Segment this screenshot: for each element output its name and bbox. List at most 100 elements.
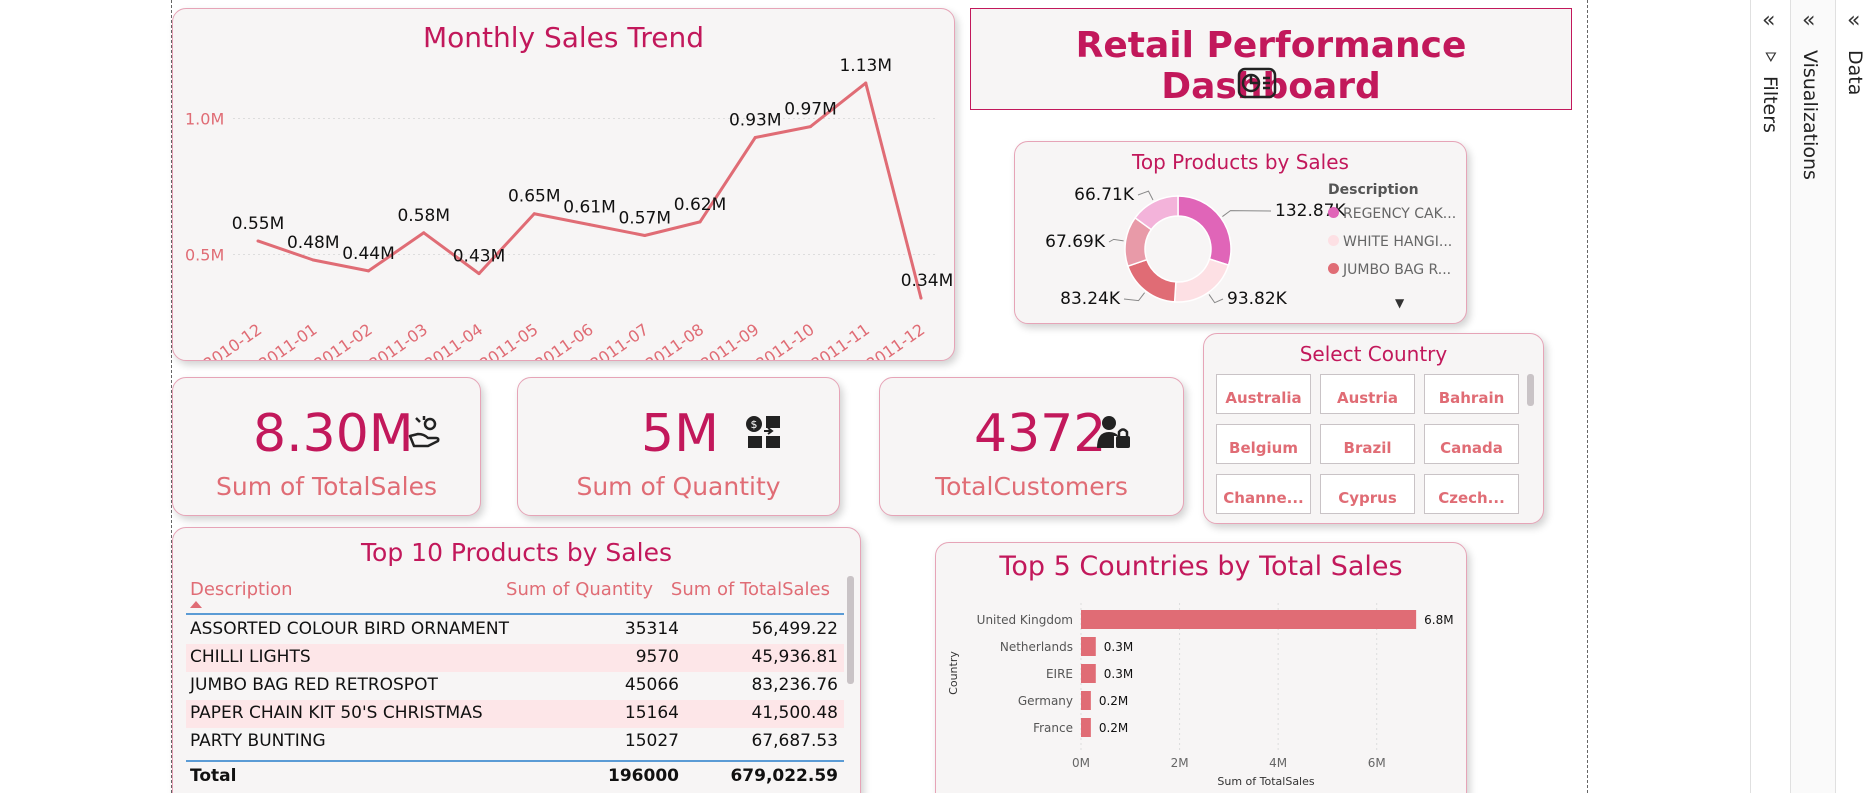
legend-label: REGENCY CAK... [1343,206,1457,222]
table-row[interactable]: ASSORTED COLOUR BIRD ORNAMENT 35314 56,499… [186,616,844,644]
x-tick-label: 4M [1269,756,1287,770]
y-tick-label: EIRE [1046,667,1073,681]
row-quantity: 15164 [624,703,679,723]
row-totalsales: 45,936.81 [751,647,838,667]
country-option[interactable]: Brazil [1320,424,1415,464]
slice-leader-line [1222,210,1272,217]
kpi-customers-label: TotalCustomers [935,472,1128,501]
country-option[interactable]: Cyprus [1320,474,1415,514]
donut-legend-item[interactable]: REGENCY CAK... [1328,206,1456,222]
header-divider [186,613,844,615]
x-tick-label: 2011-12 [863,320,929,361]
data-point [422,231,426,235]
kpi-quantity-label: Sum of Quantity [576,472,781,501]
data-label: 0.55M [232,214,285,234]
total-divider [186,760,844,762]
data-point [753,136,757,139]
x-tick-label: 2M [1171,756,1189,770]
data-point [864,81,868,85]
top-products-table-card[interactable]: Top 10 Products by Sales Description Sum… [172,527,861,793]
chevron-double-left-icon[interactable]: « [1762,8,1775,33]
monthly-sales-trend-card[interactable]: Monthly Sales Trend 0.5M 1.0M 0.55M 2010-12… [172,8,955,361]
x-tick-label: 2011-08 [642,320,708,361]
table-row[interactable]: PARTY BUNTING 15027 67,687.53 [186,728,844,756]
line-chart: 0.5M 1.0M 0.55M 2010-12 0.48M 2011-01 0.44M 201… [185,56,953,361]
x-tick-label: 2011-01 [255,320,321,361]
y-tick-label: 0.5M [185,246,224,265]
filter-icon: ⛛ [1765,50,1777,66]
table-row[interactable]: JUMBO BAG RED RETROSPOT 45066 83,236.76 [186,672,844,700]
legend-label: WHITE HANGI... [1343,234,1453,250]
data-point [643,234,647,237]
slice-label: 66.71K [1074,185,1135,205]
kpi-customers-card[interactable]: 4372 TotalCustomers [879,377,1184,516]
row-description: JUMBO BAG RED RETROSPOT [190,675,438,695]
row-quantity: 15027 [624,731,679,751]
row-description: PARTY BUNTING [190,731,326,751]
hand-coin-icon [408,416,440,448]
table-header-totalsales[interactable]: Sum of TotalSales [671,579,830,600]
top-products-donut-card[interactable]: Top Products by Sales 132.87K 93.82K 83.24… [1014,141,1467,324]
slice-label: 67.69K [1045,232,1106,252]
kpi-quantity-card[interactable]: 5M $ Sum of Quantity [517,377,840,516]
slicer-scrollbar[interactable] [1527,374,1534,406]
table-row[interactable]: CHILLI LIGHTS 9570 45,936.81 [186,644,844,672]
data-pane[interactable]: « Data [1835,0,1876,793]
data-label: 0.57M [618,209,671,229]
top-countries-bar-card[interactable]: Top 5 Countries by Total Sales 0M 2M 4M 6M U… [935,542,1467,793]
donut-legend-item[interactable]: WHITE HANGI... [1328,234,1452,250]
row-quantity: 45066 [624,675,679,695]
table-scrollbar[interactable] [847,576,854,684]
country-option[interactable]: Austria [1320,374,1415,414]
total-quantity: 196000 [608,766,679,786]
x-tick-label: 2011-03 [365,320,431,361]
kpi-total-sales-value: 8.30M [253,404,414,464]
slice-leader-line [1108,238,1124,243]
row-description: CHILLI LIGHTS [190,647,311,667]
filters-pane[interactable]: « ⛛ Filters [1750,0,1790,793]
data-point [698,220,702,224]
donut-legend-item[interactable]: JUMBO BAG R... [1328,262,1451,278]
visualizations-label[interactable]: Visualizations [1799,50,1821,180]
visualizations-pane[interactable]: « Visualizations [1790,0,1835,793]
filters-label[interactable]: Filters [1759,76,1781,133]
chevron-double-left-icon[interactable]: « [1847,8,1860,33]
row-description: PAPER CHAIN KIT 50'S CHRISTMAS [190,703,483,723]
data-point [809,125,812,129]
country-slicer-title: Select Country [1299,342,1448,366]
data-point [256,239,260,243]
table-row[interactable]: PAPER CHAIN KIT 50'S CHRISTMAS 15164 41,50… [186,700,844,728]
x-tick-label: 2011-04 [421,320,487,361]
svg-text:$: $ [751,418,758,431]
country-slicer-card[interactable]: Select Country Australia Austria Bahrain Be… [1203,333,1544,524]
data-label[interactable]: Data [1844,50,1866,95]
data-label: 0.61M [563,198,616,218]
data-label: 0.65M [508,187,561,207]
donut-slice [1177,195,1232,267]
table-title: Top 10 Products by Sales [361,538,672,567]
chevron-double-left-icon[interactable]: « [1802,8,1815,33]
slice-label: 83.24K [1060,289,1121,309]
data-point [532,212,536,216]
slice-leader-line [1208,294,1224,304]
x-tick-label: 2011-06 [531,320,597,361]
kpi-total-sales-card[interactable]: 8.30M Sum of TotalSales [172,377,481,516]
total-sales: 679,022.59 [730,766,838,786]
canvas-border-right [1587,0,1588,793]
country-option[interactable]: Canada [1424,424,1519,464]
bar-data-label: 0.2M [1099,694,1128,708]
table-header-description[interactable]: Description [190,579,293,600]
total-label: Total [190,766,237,786]
country-option[interactable]: Bahrain [1424,374,1519,414]
legend-scroll-down-icon[interactable]: ▼ [1395,296,1404,310]
x-tick-label: 2011-11 [807,320,873,361]
country-option[interactable]: Czech... [1424,474,1519,514]
data-label: 0.62M [674,195,727,215]
sort-ascending-icon[interactable] [190,601,202,608]
country-option[interactable]: Channe... [1216,474,1311,514]
country-option[interactable]: Australia [1216,374,1311,414]
y-tick-label: 1.0M [185,109,224,128]
bar-chart: 0M 2M 4M 6M United Kingdom 6.8M Netherlands 0.3… [947,603,1454,788]
country-option[interactable]: Belgium [1216,424,1311,464]
table-header-quantity[interactable]: Sum of Quantity [506,579,653,600]
